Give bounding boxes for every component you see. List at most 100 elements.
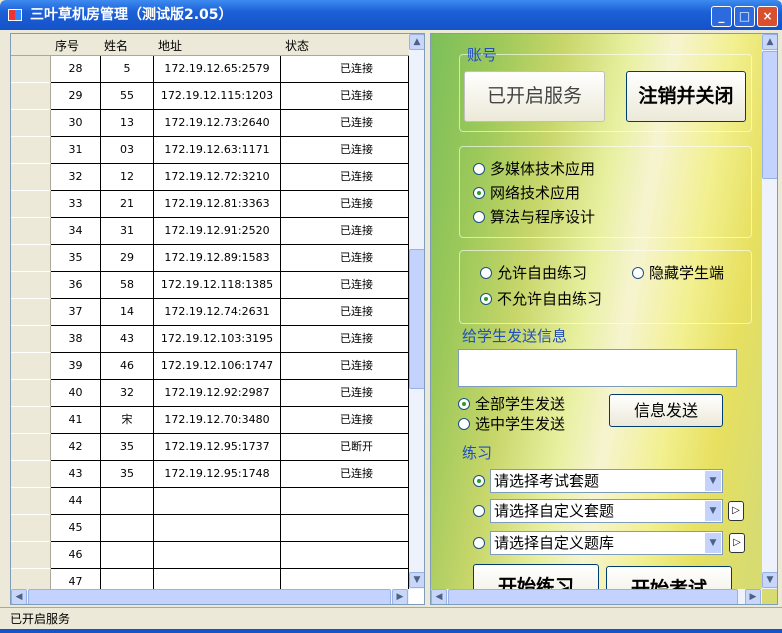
cell-number[interactable]: 35 — [51, 245, 101, 271]
table-row[interactable]: 41 宋 172.19.12.70:3480 已连接 — [11, 407, 409, 434]
table-row[interactable]: 35 29 172.19.12.89:1583 已连接 — [11, 245, 409, 272]
cell-address[interactable]: 172.19.12.65:2579 — [154, 56, 281, 82]
row-header[interactable] — [11, 272, 51, 299]
row-header[interactable] — [11, 218, 51, 245]
cell-address[interactable]: 172.19.12.89:1583 — [154, 245, 281, 271]
table-row[interactable]: 40 32 172.19.12.92:2987 已连接 — [11, 380, 409, 407]
row-header[interactable] — [11, 461, 51, 488]
custom-set-combo[interactable]: 请选择自定义套题 ▼ — [490, 499, 723, 523]
table-row[interactable]: 43 35 172.19.12.95:1748 已连接 — [11, 461, 409, 488]
custom-set-next-button[interactable]: ▷ — [728, 501, 744, 521]
table-row[interactable]: 32 12 172.19.12.72:3210 已连接 — [11, 164, 409, 191]
cell-number[interactable]: 43 — [51, 461, 101, 487]
cell-number[interactable]: 40 — [51, 380, 101, 406]
table-row[interactable]: 29 55 172.19.12.115:1203 已连接 — [11, 83, 409, 110]
cell-name[interactable]: 32 — [101, 380, 154, 406]
scroll-up-icon[interactable]: ▲ — [762, 34, 777, 50]
row-header[interactable] — [11, 353, 51, 380]
table-row[interactable]: 31 03 172.19.12.63:1171 已连接 — [11, 137, 409, 164]
cell-number[interactable]: 32 — [51, 164, 101, 190]
cell-number[interactable]: 44 — [51, 488, 101, 514]
row-header[interactable] — [11, 542, 51, 569]
cell-address[interactable]: 172.19.12.118:1385 — [154, 272, 281, 298]
cell-name[interactable]: 35 — [101, 461, 154, 487]
row-header[interactable] — [11, 488, 51, 515]
cell-address[interactable]: 172.19.12.106:1747 — [154, 353, 281, 379]
table-row[interactable]: 44 — [11, 488, 409, 515]
cell-name[interactable]: 12 — [101, 164, 154, 190]
cell-address[interactable]: 172.19.12.92:2987 — [154, 380, 281, 406]
cell-name[interactable]: 58 — [101, 272, 154, 298]
cell-name[interactable] — [101, 542, 154, 568]
cell-address[interactable]: 172.19.12.103:3195 — [154, 326, 281, 352]
cell-name[interactable]: 29 — [101, 245, 154, 271]
send-selected-radio[interactable]: 选中学生发送 — [458, 413, 565, 434]
cell-address[interactable]: 172.19.12.115:1203 — [154, 83, 281, 109]
scroll-left-icon[interactable]: ◀ — [11, 589, 27, 604]
cell-address[interactable]: 172.19.12.95:1748 — [154, 461, 281, 487]
row-header[interactable] — [11, 56, 51, 83]
hide-student-client-radio[interactable]: 隐藏学生端 — [632, 262, 724, 283]
panel-horizontal-scrollbar[interactable]: ◀ ▶ — [431, 589, 762, 604]
column-header-status[interactable]: 状态 — [285, 37, 309, 54]
cell-number[interactable]: 29 — [51, 83, 101, 109]
row-header[interactable] — [11, 380, 51, 407]
cell-name[interactable]: 46 — [101, 353, 154, 379]
cell-status[interactable]: 已连接 — [281, 137, 409, 163]
grid-vertical-scrollbar[interactable]: ▲ ▼ — [409, 34, 424, 589]
cell-address[interactable]: 172.19.12.70:3480 — [154, 407, 281, 433]
exam-set-combo[interactable]: 请选择考试套题 ▼ — [490, 469, 723, 493]
cell-number[interactable]: 36 — [51, 272, 101, 298]
exam-set-radio[interactable] — [473, 472, 490, 490]
cell-address[interactable] — [154, 515, 281, 541]
subject-radio-multimedia[interactable]: 多媒体技术应用 — [473, 158, 595, 179]
row-header[interactable] — [11, 164, 51, 191]
scroll-down-icon[interactable]: ▼ — [762, 572, 777, 588]
cell-status[interactable] — [281, 515, 409, 541]
cell-status[interactable]: 已连接 — [281, 407, 409, 433]
cell-status[interactable]: 已连接 — [281, 380, 409, 406]
row-header[interactable] — [11, 110, 51, 137]
cell-name[interactable]: 14 — [101, 299, 154, 325]
cell-status[interactable]: 已连接 — [281, 110, 409, 136]
row-header[interactable] — [11, 137, 51, 164]
column-header-name[interactable]: 姓名 — [104, 37, 128, 54]
table-row[interactable]: 39 46 172.19.12.106:1747 已连接 — [11, 353, 409, 380]
disallow-free-practice-radio[interactable]: 不允许自由练习 — [480, 288, 602, 309]
cell-name[interactable]: 21 — [101, 191, 154, 217]
column-header-address[interactable]: 地址 — [158, 37, 182, 54]
subject-radio-network[interactable]: 网络技术应用 — [473, 182, 580, 203]
cell-name[interactable]: 35 — [101, 434, 154, 460]
send-message-button[interactable]: 信息发送 — [609, 394, 723, 427]
row-header[interactable] — [11, 515, 51, 542]
cell-address[interactable]: 172.19.12.63:1171 — [154, 137, 281, 163]
row-header[interactable] — [11, 83, 51, 110]
scroll-thumb[interactable] — [448, 589, 738, 604]
close-button[interactable]: × — [757, 6, 778, 27]
custom-bank-next-button[interactable]: ▷ — [729, 533, 745, 553]
cell-number[interactable]: 30 — [51, 110, 101, 136]
table-row[interactable]: 28 5 172.19.12.65:2579 已连接 — [11, 56, 409, 83]
custom-bank-radio[interactable] — [473, 534, 490, 552]
cell-address[interactable]: 172.19.12.95:1737 — [154, 434, 281, 460]
cell-number[interactable]: 38 — [51, 326, 101, 352]
cell-number[interactable]: 45 — [51, 515, 101, 541]
row-header[interactable] — [11, 326, 51, 353]
cell-status[interactable]: 已连接 — [281, 56, 409, 82]
cell-number[interactable]: 42 — [51, 434, 101, 460]
cell-number[interactable]: 39 — [51, 353, 101, 379]
table-row[interactable]: 37 14 172.19.12.74:2631 已连接 — [11, 299, 409, 326]
grid-horizontal-scrollbar[interactable]: ◀ ▶ — [11, 589, 409, 604]
row-header[interactable] — [11, 245, 51, 272]
cell-status[interactable]: 已连接 — [281, 272, 409, 298]
cell-name[interactable]: 55 — [101, 83, 154, 109]
cell-name[interactable]: 5 — [101, 56, 154, 82]
cell-status[interactable] — [281, 542, 409, 568]
row-header[interactable] — [11, 299, 51, 326]
table-row[interactable]: 38 43 172.19.12.103:3195 已连接 — [11, 326, 409, 353]
table-row[interactable]: 42 35 172.19.12.95:1737 已断开 — [11, 434, 409, 461]
cell-status[interactable]: 已连接 — [281, 461, 409, 487]
cell-name[interactable]: 31 — [101, 218, 154, 244]
cell-address[interactable]: 172.19.12.72:3210 — [154, 164, 281, 190]
message-input[interactable] — [458, 349, 737, 387]
